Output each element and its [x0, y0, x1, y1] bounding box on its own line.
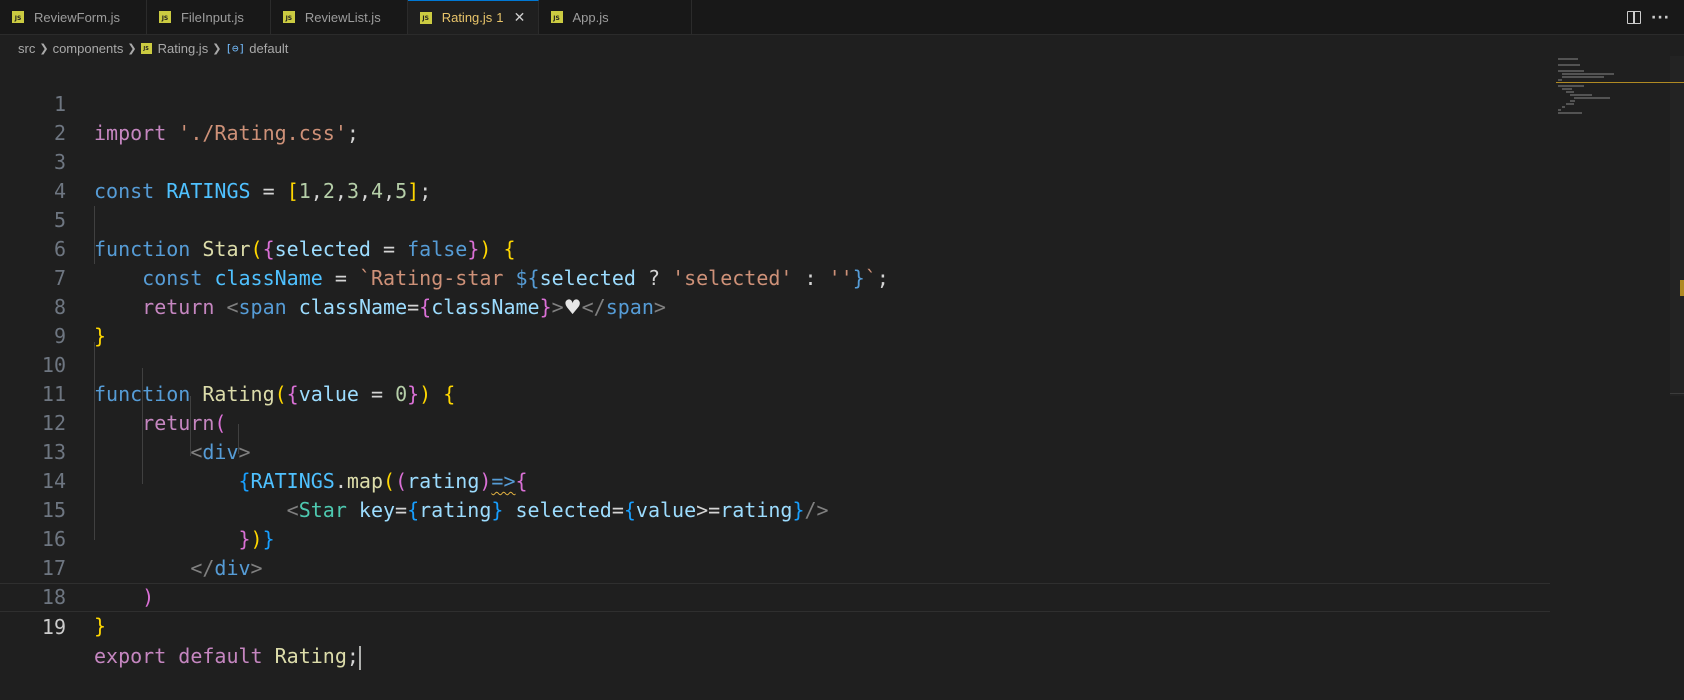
js-file-icon: JS [158, 11, 171, 23]
tab-reviewlist[interactable]: JS ReviewList.js [270, 0, 408, 34]
code-line[interactable]: 10 function Rating({value = 0}) { [0, 322, 1550, 406]
code-line[interactable]: 7 return <span className={className}>♥</… [0, 235, 1550, 319]
chevron-right-icon: ❯ [212, 41, 222, 55]
js-file-icon: JS [550, 11, 563, 23]
breadcrumb-src[interactable]: src [18, 41, 35, 56]
code-line[interactable]: 15 })} [0, 467, 1550, 551]
scrollbar-end-line [1670, 393, 1684, 394]
tab-label: ReviewList.js [304, 9, 381, 25]
breadcrumb: src ❯ components ❯ JS Rating.js ❯ [⊖] de… [0, 35, 1684, 61]
tab-label: Rating.js [441, 10, 493, 25]
code-line[interactable]: 12 <div> [0, 380, 1550, 464]
text-cursor [358, 645, 361, 670]
code-line[interactable]: 14 <Star key={rating} selected={value>=r… [0, 438, 1550, 522]
code-line-current[interactable]: 19 export default Rating; [0, 583, 1550, 670]
code-line[interactable]: 6 const className = `Rating-star ${selec… [0, 206, 1550, 290]
code-line[interactable]: 8 } [0, 264, 1550, 348]
code-line[interactable]: 9 [0, 293, 1550, 348]
chevron-right-icon: ❯ [127, 41, 137, 55]
chevron-right-icon: ❯ [39, 41, 49, 55]
code-line[interactable]: 2 [0, 90, 1550, 145]
tab-fileinput[interactable]: JS FileInput.js [146, 0, 271, 34]
code-line[interactable]: 18 } [0, 554, 1550, 638]
split-editor-icon[interactable] [1627, 11, 1642, 24]
js-file-icon: JS [12, 11, 24, 23]
js-file-icon: JS [282, 11, 295, 23]
tab-label: ReviewForm.js [34, 9, 120, 25]
code-line[interactable]: 3 const RATINGS = [1,2,3,4,5]; [0, 119, 1550, 203]
code-line[interactable]: 4 [0, 148, 1550, 203]
tab-label: FileInput.js [180, 9, 244, 25]
js-file-icon: JS [419, 11, 432, 24]
code-line[interactable]: 13 {RATINGS.map((rating)=>{ [0, 409, 1550, 493]
tab-reviewform[interactable]: JS ReviewForm.js [0, 0, 147, 34]
tab-rating[interactable]: JS Rating.js 1 ✕ [407, 0, 539, 34]
breadcrumb-file[interactable]: Rating.js [158, 41, 209, 56]
code-line[interactable]: 1 import './Rating.css'; [0, 61, 1550, 145]
js-file-icon: JS [140, 42, 152, 54]
code-editor[interactable]: 1 import './Rating.css'; 2 3 const RATIN… [0, 61, 1550, 670]
breadcrumb-symbol[interactable]: default [249, 41, 288, 56]
vertical-scrollbar[interactable] [1670, 56, 1684, 396]
code-line[interactable]: 16 </div> [0, 496, 1550, 580]
problem-count-badge: 1 [496, 10, 504, 25]
editor-actions: ··· [1627, 0, 1670, 35]
breadcrumb-components[interactable]: components [53, 41, 124, 56]
more-actions-icon[interactable]: ··· [1651, 10, 1670, 26]
code-text: } [94, 614, 107, 638]
symbol-variable-icon: [⊖] [225, 41, 246, 55]
cursor-line-marker [1556, 82, 1684, 83]
code-text: export default Rating; [94, 644, 361, 670]
code-line[interactable]: 5 function Star({selected = false}) { [0, 177, 1550, 261]
code-line[interactable]: 17 ) [0, 525, 1550, 609]
code-line[interactable]: 11 return( [0, 351, 1550, 435]
tab-label: App.js [572, 9, 609, 25]
line-number: 19 [41, 615, 66, 639]
close-icon[interactable]: ✕ [512, 10, 528, 26]
minimap[interactable] [1556, 56, 1668, 116]
editor-tab-bar: JS ReviewForm.js JS FileInput.js JS Revi… [0, 0, 1684, 35]
warning-scroll-marker [1680, 280, 1684, 296]
tab-app[interactable]: JS App.js [538, 0, 692, 34]
